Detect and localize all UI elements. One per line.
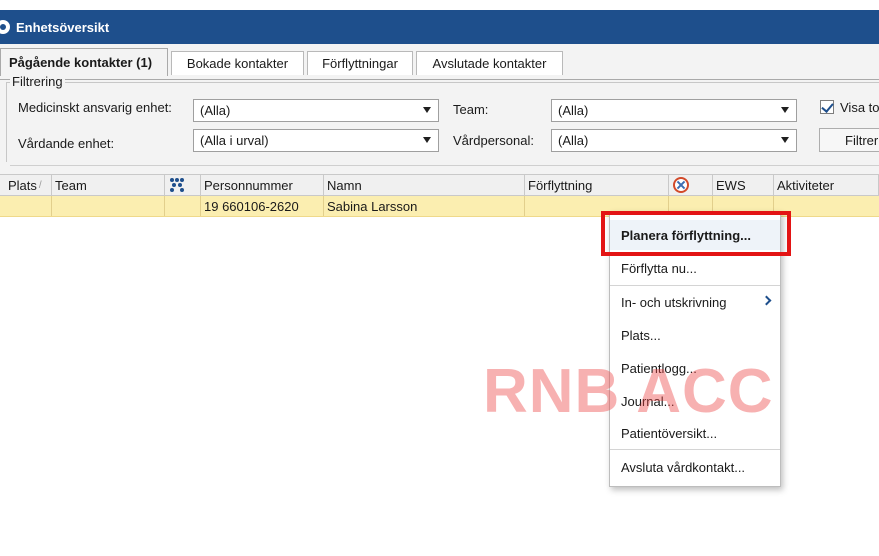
dropdown-arrow-icon [423, 107, 431, 113]
team-value: (Alla) [558, 103, 589, 118]
paw-icon [170, 178, 184, 192]
tab-bar-divider [0, 79, 879, 80]
team-select[interactable]: (Alla) [551, 99, 797, 122]
menu-separator [610, 449, 780, 450]
no-entry-icon [673, 177, 689, 193]
cell-team [52, 196, 165, 216]
staff-select[interactable]: (Alla) [551, 129, 797, 152]
column-header-forflyttning[interactable]: Förflyttning [525, 175, 669, 195]
staff-label: Vårdpersonal: [453, 133, 534, 148]
team-label: Team: [453, 102, 489, 117]
show-checkbox[interactable] [820, 100, 834, 114]
care-unit-label: Vårdande enhet: [18, 136, 115, 151]
tab-forflyttningar[interactable]: Förflyttningar [307, 51, 413, 75]
grid-header: Plats / Team Personnummer Namn Förflyttn… [0, 174, 879, 196]
care-unit-select[interactable]: (Alla i urval) [193, 129, 439, 152]
menu-item-label: In- och utskrivning [621, 294, 727, 310]
column-header-ews[interactable]: EWS [713, 175, 774, 195]
tab-bokade-kontakter[interactable]: Bokade kontakter [171, 51, 304, 75]
column-header-plats[interactable]: Plats / [0, 175, 52, 195]
staff-value: (Alla) [558, 133, 589, 148]
dropdown-arrow-icon [781, 107, 789, 113]
menu-item-plats[interactable]: Plats... [610, 320, 780, 350]
tab-bar: Pågående kontakter (1) Bokade kontakter … [0, 48, 879, 80]
sort-indicator-icon: / [38, 179, 42, 191]
medical-unit-label: Medicinskt ansvarig enhet: [18, 100, 172, 115]
window-title: Enhetsöversikt [16, 19, 110, 35]
cell-plats [0, 196, 52, 216]
menu-separator [610, 285, 780, 286]
cell-personnummer: 19 660106-2620 [201, 196, 324, 216]
top-band [0, 0, 879, 10]
filter-legend: Filtrering [10, 74, 65, 89]
application-window: Enhetsöversikt Pågående kontakter (1) Bo… [0, 0, 879, 556]
menu-item-avsluta-vardkontakt[interactable]: Avsluta vårdkontakt... [610, 452, 780, 482]
menu-item-forflytta-nu[interactable]: Förflytta nu... [610, 253, 780, 283]
annotation-highlight-box [601, 211, 791, 256]
window-titlebar: Enhetsöversikt [0, 10, 879, 44]
column-header-aktiviteter[interactable]: Aktiviteter [774, 175, 879, 195]
column-header-no-icon[interactable] [669, 175, 713, 195]
app-icon [0, 20, 10, 34]
filter-divider [10, 165, 879, 166]
medical-unit-select[interactable]: (Alla) [193, 99, 439, 122]
chevron-right-icon [761, 295, 772, 306]
show-checkbox-label[interactable]: Visa to [840, 100, 879, 115]
column-header-label: Plats [8, 177, 37, 193]
cell-paw [165, 196, 201, 216]
dropdown-arrow-icon [781, 137, 789, 143]
column-header-namn[interactable]: Namn [324, 175, 525, 195]
cell-namn: Sabina Larsson [324, 196, 525, 216]
filter-button[interactable]: Filtrer [819, 128, 879, 152]
dropdown-arrow-icon [423, 137, 431, 143]
column-header-paw[interactable] [165, 175, 201, 195]
watermark: RNB ACC [483, 357, 774, 426]
column-header-personnummer[interactable]: Personnummer [201, 175, 324, 195]
menu-item-in-och-utskrivning[interactable]: In- och utskrivning [610, 287, 780, 317]
tab-avslutade-kontakter[interactable]: Avslutade kontakter [416, 51, 563, 75]
medical-unit-value: (Alla) [200, 103, 231, 118]
column-header-team[interactable]: Team [52, 175, 165, 195]
care-unit-value: (Alla i urval) [200, 133, 269, 148]
tab-pagaende-kontakter[interactable]: Pågående kontakter (1) [0, 48, 168, 76]
